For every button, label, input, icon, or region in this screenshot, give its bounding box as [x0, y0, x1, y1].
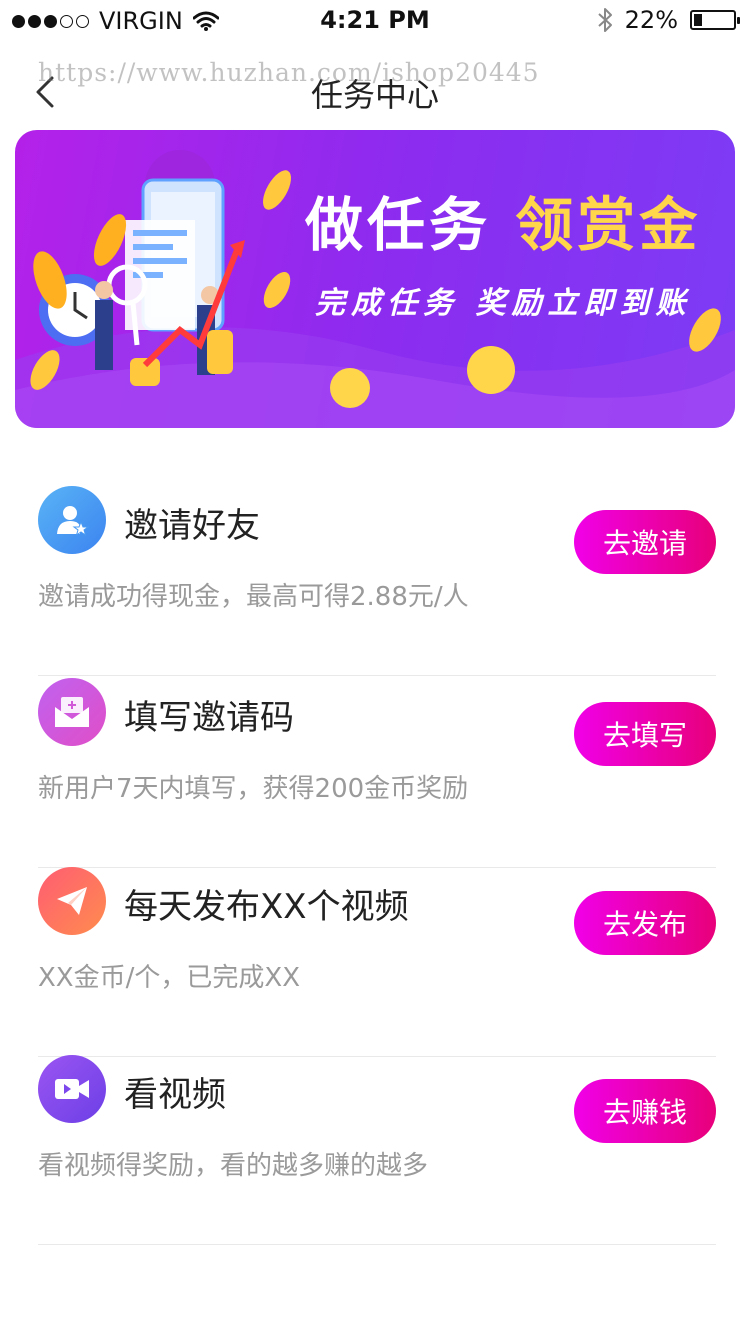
- coin-icon: [263, 271, 291, 309]
- person-figure: [95, 300, 113, 370]
- task-item-publish-videos: 每天发布XX个视频 XX金币/个，已完成XX 去发布: [38, 867, 716, 1057]
- fill-in-button[interactable]: 去填写: [574, 702, 716, 766]
- task-item-watch-videos: 看视频 看视频得奖励，看的越多赚的越多 去赚钱: [38, 1055, 716, 1245]
- task-item-enter-invite-code: 填写邀请码 新用户7天内填写，获得200金币奖励 去填写: [38, 678, 716, 868]
- task-title: 每天发布XX个视频: [124, 887, 409, 927]
- task-description: XX金币/个，已完成XX: [38, 963, 301, 993]
- task-title: 邀请好友: [124, 506, 260, 546]
- battery-icon: [690, 10, 740, 30]
- envelope-icon: [38, 678, 106, 746]
- user-star-icon: [38, 486, 106, 554]
- bluetooth-icon: [597, 8, 612, 32]
- battery-fill: [694, 14, 702, 26]
- status-bar: VIRGIN 4:21 PM 22%: [0, 0, 750, 40]
- banner-title: 做任务 领赏金: [305, 178, 701, 262]
- task-description: 新用户7天内填写，获得200金币奖励: [38, 774, 469, 804]
- status-right: 22%: [597, 6, 740, 34]
- video-camera-icon: [38, 1055, 106, 1123]
- task-description: 邀请成功得现金，最高可得2.88元/人: [38, 582, 469, 612]
- earn-money-button[interactable]: 去赚钱: [574, 1079, 716, 1143]
- page-title: 任务中心: [310, 76, 439, 114]
- invite-button[interactable]: 去邀请: [574, 510, 716, 574]
- task-description: 看视频得奖励，看的越多赚的越多: [38, 1151, 429, 1181]
- paper-plane-icon: [38, 867, 106, 935]
- banner-title-part1: 做任务: [305, 191, 492, 259]
- yen-coin-icon: [467, 346, 515, 394]
- nav-bar: 任务中心 https://www.huzhan.com/ishop20445: [0, 40, 750, 128]
- task-title: 看视频: [124, 1075, 226, 1115]
- publish-button[interactable]: 去发布: [574, 891, 716, 955]
- coin-icon: [263, 170, 291, 210]
- banner-subtitle: 完成任务 奖励立即到账: [315, 286, 692, 321]
- battery-percent: 22%: [624, 6, 678, 34]
- task-title: 填写邀请码: [124, 698, 294, 738]
- task-item-invite-friends: 邀请好友 邀请成功得现金，最高可得2.88元/人 去邀请: [38, 486, 716, 676]
- yen-coin-icon: [330, 368, 370, 408]
- banner-title-part2: 领赏金: [515, 191, 702, 259]
- promo-banner[interactable]: 做任务 领赏金 完成任务 奖励立即到账: [15, 130, 735, 428]
